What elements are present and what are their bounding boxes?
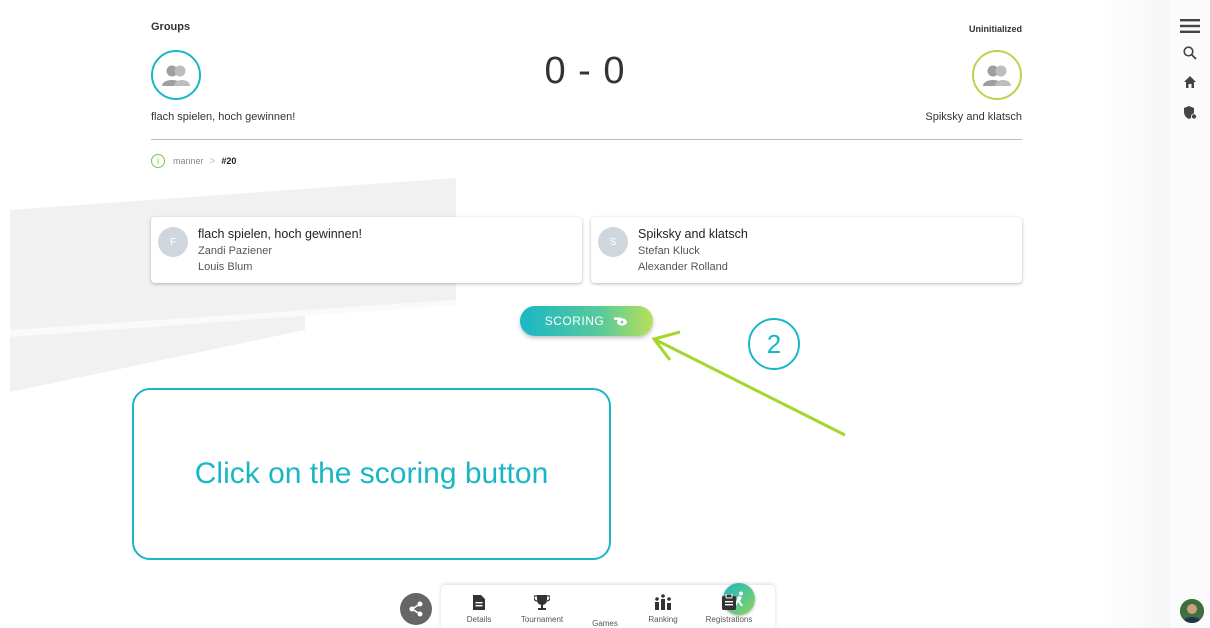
info-icon[interactable]: i (151, 154, 165, 168)
menu-icon[interactable] (1180, 16, 1200, 36)
nav-games[interactable]: Games (575, 583, 755, 628)
step-number-badge: 2 (748, 318, 800, 370)
home-icon[interactable] (1180, 72, 1200, 92)
ranking-icon (633, 593, 693, 611)
nav-details[interactable]: Details (449, 593, 509, 624)
nav-tournament[interactable]: Tournament (512, 593, 572, 624)
share-button[interactable] (400, 593, 432, 625)
breadcrumb-separator: > (209, 155, 216, 167)
avatar: F (158, 227, 188, 257)
shield-icon[interactable] (1180, 102, 1200, 122)
breadcrumb-category[interactable]: manner (173, 156, 204, 166)
card-player-2: Louis Blum (198, 261, 253, 273)
group-icon (162, 65, 190, 86)
search-icon[interactable] (1180, 43, 1200, 63)
scoring-button[interactable]: SCORING (520, 306, 653, 336)
right-sidebar (1170, 0, 1210, 628)
background-stripes (10, 178, 456, 392)
avatar: S (598, 227, 628, 257)
callout-text: Click on the scoring button (194, 457, 549, 490)
phase-label: Groups (151, 21, 191, 33)
card-player-2: Alexander Rolland (638, 261, 728, 273)
sidebar-shadow (1100, 0, 1170, 628)
bottom-navigation: Details Tournament Games Ranking Registr… (441, 583, 775, 628)
whistle-icon (614, 316, 628, 326)
team-card-left[interactable]: F flach spielen, hoch gewinnen! Zandi Pa… (151, 217, 582, 283)
nav-label: Games (592, 619, 618, 628)
nav-registrations[interactable]: Registrations (699, 593, 759, 624)
team-left-name: flach spielen, hoch gewinnen! (151, 111, 296, 123)
breadcrumb-current: #20 (221, 156, 237, 166)
header-divider (151, 139, 1022, 140)
nav-label: Ranking (648, 615, 678, 624)
tutorial-callout: Click on the scoring button (132, 388, 611, 560)
nav-label: Tournament (520, 615, 564, 624)
user-avatar[interactable] (1180, 599, 1204, 623)
scoring-button-label: SCORING (544, 314, 605, 328)
clipboard-icon (699, 593, 759, 611)
nav-label: Registrations (705, 615, 753, 624)
group-icon (983, 65, 1011, 86)
card-team-name: flach spielen, hoch gewinnen! (198, 227, 363, 241)
breadcrumb: i manner > #20 (151, 154, 236, 168)
match-score: 0 - 0 (544, 50, 626, 92)
card-team-name: Spiksky and klatsch (638, 227, 748, 241)
status-label: Uninitialized (968, 24, 1022, 34)
trophy-icon (512, 593, 572, 611)
card-player-1: Stefan Kluck (638, 245, 700, 257)
team-card-right[interactable]: S Spiksky and klatsch Stefan Kluck Alexa… (591, 217, 1022, 283)
team-right-avatar (972, 50, 1022, 100)
document-icon (449, 593, 509, 611)
card-player-1: Zandi Paziener (198, 245, 272, 257)
nav-ranking[interactable]: Ranking (633, 593, 693, 624)
team-left-avatar (151, 50, 201, 100)
share-icon (409, 601, 423, 617)
nav-label: Details (466, 615, 492, 624)
team-right-name: Spiksky and klatsch (925, 111, 1022, 123)
